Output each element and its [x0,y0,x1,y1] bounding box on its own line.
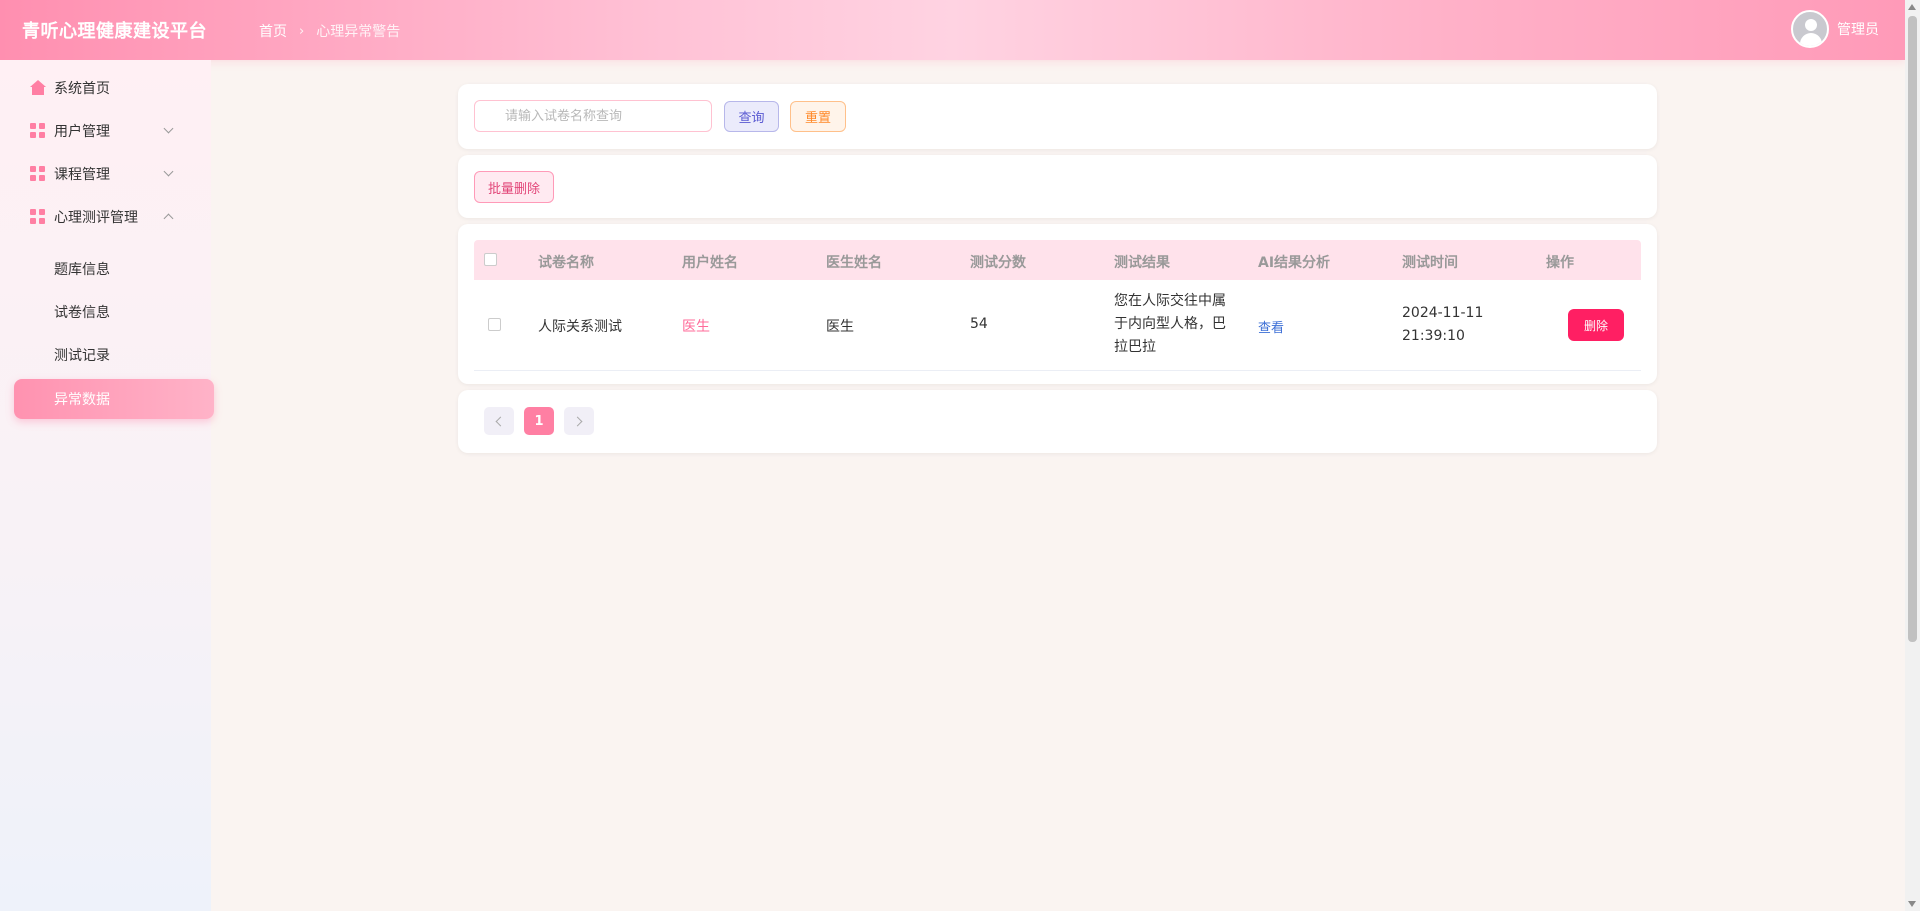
sidebar-subitem-question-bank[interactable]: 题库信息 [0,249,211,289]
chevron-right-icon: › [299,23,305,39]
chevron-left-icon [495,416,506,426]
scroll-down-icon[interactable] [1908,901,1916,907]
column-header-result: 测试结果 [1114,255,1170,271]
sidebar-item-course-management[interactable]: 课程管理 [0,154,211,194]
search-input[interactable] [474,100,712,132]
sidebar-subitem-abnormal-data[interactable]: 异常数据 [14,379,214,419]
cell-score: 54 [970,316,988,332]
select-all-checkbox[interactable] [484,253,497,266]
breadcrumb-current: 心理异常警告 [316,24,401,40]
sidebar-subitem-papers[interactable]: 试卷信息 [0,292,211,332]
sidebar-item-user-management[interactable]: 用户管理 [0,111,211,151]
chevron-up-icon [163,213,174,224]
breadcrumb-home-link[interactable]: 首页 [259,21,287,41]
sidebar-subitem-label: 试卷信息 [54,305,110,321]
avatar[interactable] [1791,10,1829,48]
sidebar-item-label: 课程管理 [54,167,110,183]
scrollbar-thumb[interactable] [1908,16,1917,642]
sidebar-item-assessment-management[interactable]: 心理测评管理 [0,197,211,237]
breadcrumb: 首页 › 心理异常警告 [259,21,400,41]
grid-icon [30,166,46,182]
delete-button[interactable]: 删除 [1568,309,1624,341]
column-header-actions: 操作 [1546,255,1574,271]
page-number-current[interactable]: 1 [524,407,554,435]
sidebar-item-home[interactable]: 系统首页 [0,68,211,108]
table-row: 人际关系测试 医生 医生 54 您在人际交往中属于内向型人格，巴拉巴拉 查看 2… [474,280,1641,371]
sidebar-item-label: 用户管理 [54,124,110,140]
sidebar-subitem-label: 异常数据 [54,392,110,408]
grid-icon [30,123,46,139]
chevron-right-icon [572,416,583,426]
scrollbar[interactable] [1905,0,1920,911]
app-title: 青听心理健康建设平台 [22,21,207,42]
sidebar-item-label: 心理测评管理 [54,210,138,226]
reset-button[interactable]: 重置 [790,101,846,132]
column-header-ai-analysis: AI结果分析 [1258,255,1331,271]
batch-delete-button[interactable]: 批量删除 [474,171,554,203]
user-name[interactable]: 管理员 [1837,19,1879,39]
cell-user: 医生 [682,319,710,335]
cell-result: 您在人际交往中属于内向型人格，巴拉巴拉 [1114,293,1226,355]
toolbar-card: 批量删除 [458,155,1657,218]
next-page-button[interactable] [564,407,594,435]
pagination-card: 1 [458,390,1657,453]
column-header-user: 用户姓名 [682,255,738,271]
home-icon [30,80,46,96]
cell-paper: 人际关系测试 [538,319,622,335]
table-card: 试卷名称 用户姓名 医生姓名 测试分数 测试结果 AI结果分析 测试时间 操作 … [458,224,1657,384]
user-menu[interactable]: 管理员 [1791,10,1879,48]
scroll-up-icon[interactable] [1908,4,1916,10]
ai-analysis-view-link[interactable]: 查看 [1258,317,1284,336]
prev-page-button[interactable] [484,407,514,435]
query-button[interactable]: 查询 [724,101,779,132]
column-header-paper: 试卷名称 [538,255,594,271]
table-header: 试卷名称 用户姓名 医生姓名 测试分数 测试结果 AI结果分析 测试时间 操作 [474,240,1641,280]
top-header: 青听心理健康建设平台 首页 › 心理异常警告 管理员 [0,0,1905,60]
column-header-time: 测试时间 [1402,255,1458,271]
sidebar: 系统首页 用户管理 课程管理 心理测评管理 题库信息 试卷信息 测试记录 异常数… [0,60,214,911]
row-checkbox[interactable] [488,318,501,331]
grid-icon [30,209,46,225]
chevron-down-icon [163,123,174,134]
search-card: 查询 重置 [458,84,1657,149]
sidebar-item-label: 系统首页 [54,81,110,97]
cell-time: 2024-11-11 21:39:10 [1402,305,1484,344]
column-header-score: 测试分数 [970,255,1026,271]
column-header-doctor: 医生姓名 [826,255,882,271]
cell-doctor: 医生 [826,319,854,335]
chevron-down-icon [163,166,174,177]
sidebar-subitem-label: 题库信息 [54,262,110,278]
sidebar-subitem-test-records[interactable]: 测试记录 [0,335,211,375]
sidebar-subitem-label: 测试记录 [54,348,110,364]
